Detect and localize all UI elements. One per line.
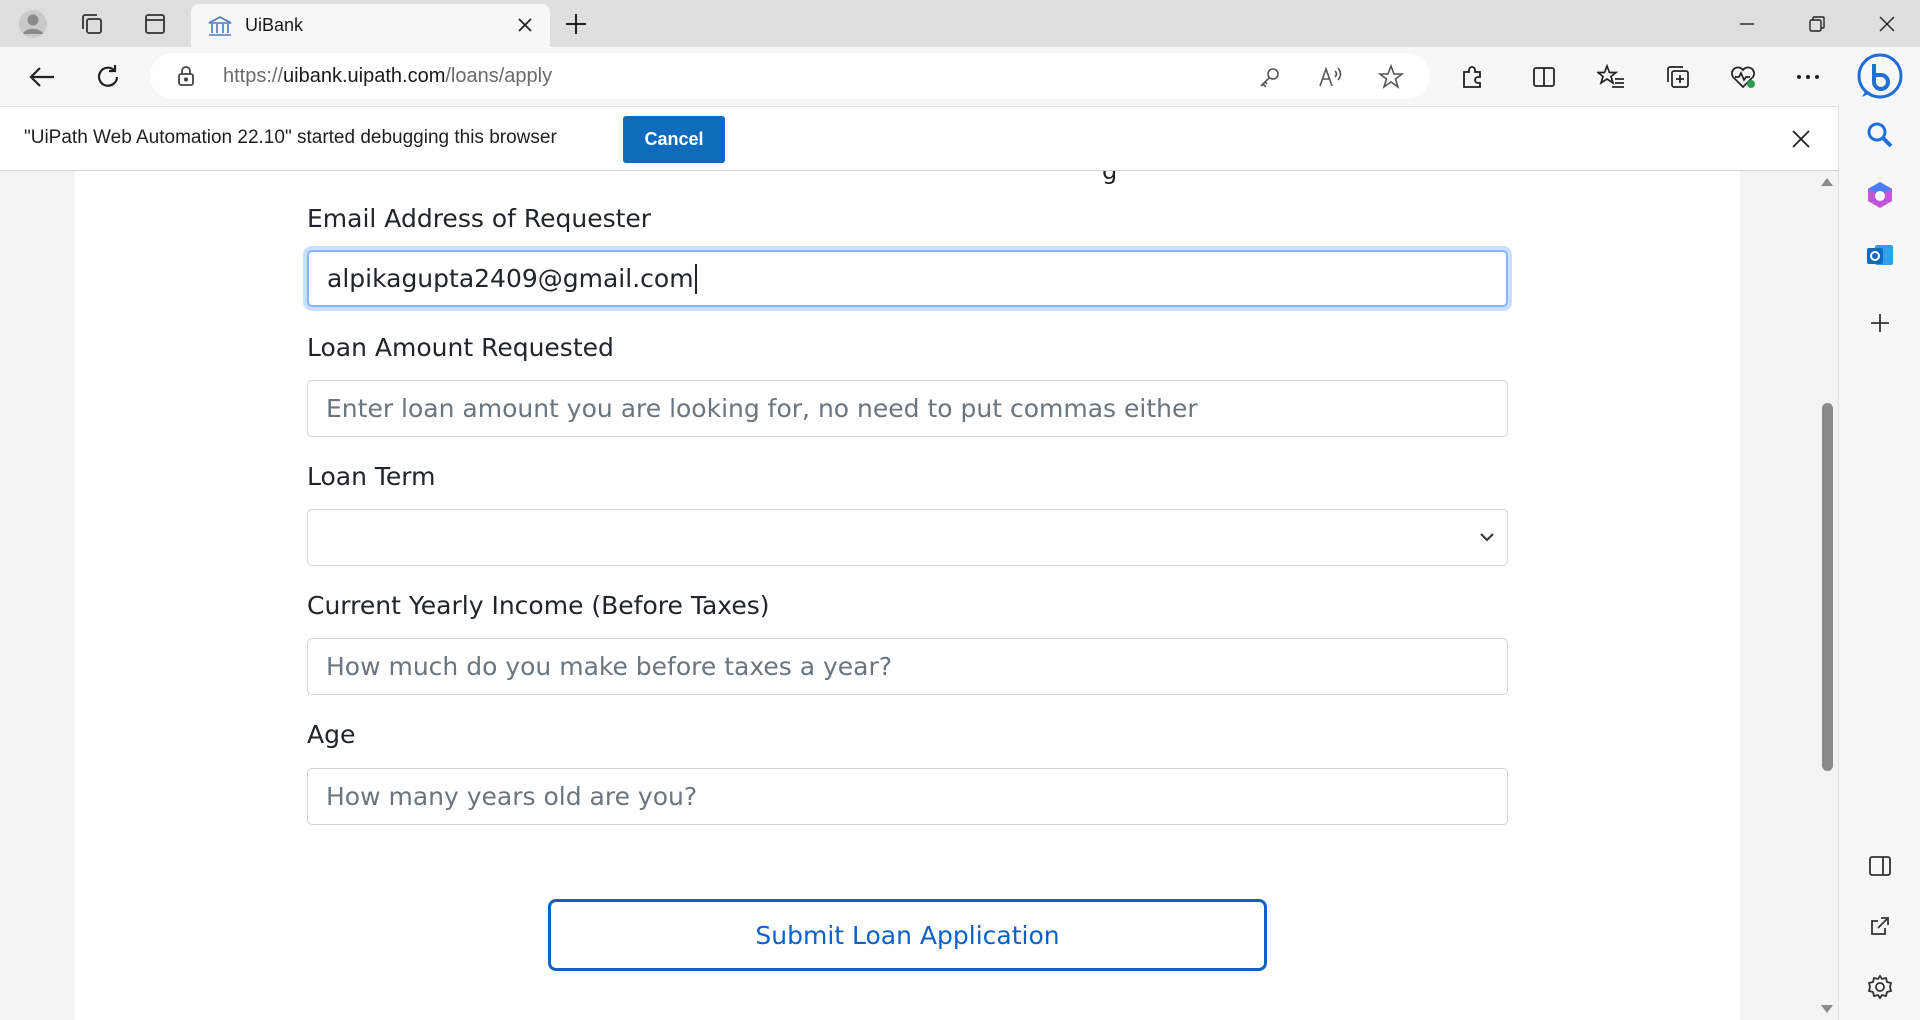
loan-amount-input[interactable]: Enter loan amount you are looking for, n…	[307, 380, 1508, 437]
tab-title: UiBank	[245, 15, 304, 35]
income-label: Current Yearly Income (Before Taxes)	[307, 591, 770, 620]
email-label: Email Address of Requester	[307, 204, 652, 233]
close-icon	[1792, 130, 1810, 148]
amount-label: Loan Amount Requested	[307, 333, 614, 362]
profile-icon	[19, 10, 47, 38]
email-value: alpikagupta2409@gmail.com	[327, 264, 694, 293]
close-icon	[1879, 16, 1895, 31]
back-button[interactable]	[21, 56, 63, 98]
add-icon	[1871, 314, 1889, 332]
chevron-down-icon	[1480, 533, 1494, 542]
sidebar-open-external-button[interactable]	[1861, 907, 1899, 945]
debugging-infobar: "UiPath Web Automation 22.10" started de…	[0, 106, 1838, 171]
extensions-button[interactable]	[1451, 56, 1493, 98]
read-aloud-icon	[1319, 66, 1342, 87]
star-icon	[1378, 64, 1404, 90]
refresh-button[interactable]	[87, 56, 129, 98]
workspaces-button[interactable]	[74, 6, 110, 42]
partial-heading-text: g	[1102, 171, 1118, 185]
more-button[interactable]	[1787, 56, 1829, 98]
yearly-income-input[interactable]: How much do you make before taxes a year…	[307, 638, 1508, 695]
minimize-button[interactable]	[1712, 0, 1782, 47]
text-caret	[694, 263, 697, 294]
vertical-tabs-icon	[145, 14, 165, 34]
age-label: Age	[307, 720, 356, 749]
sidebar-toggle-button[interactable]	[1861, 847, 1899, 885]
split-screen-button[interactable]	[1523, 56, 1565, 98]
loan-term-select[interactable]	[307, 509, 1508, 566]
sidebar-add-button[interactable]	[1861, 304, 1899, 342]
submit-loan-button[interactable]: Submit Loan Application	[548, 899, 1267, 971]
window-close-button[interactable]	[1852, 0, 1920, 47]
url-text: https://uibank.uipath.com/loans/apply	[223, 65, 553, 87]
lock-icon	[178, 66, 194, 86]
copilot-icon	[1857, 53, 1903, 99]
collections-icon	[1667, 66, 1689, 88]
split-screen-icon	[1533, 67, 1555, 87]
collections-button[interactable]	[1657, 56, 1699, 98]
password-button[interactable]	[1254, 61, 1286, 93]
bank-favicon	[208, 16, 232, 36]
outlook-icon	[1867, 245, 1893, 265]
refresh-icon	[97, 65, 119, 87]
workspaces-icon	[82, 14, 102, 34]
age-input[interactable]: How many years old are you?	[307, 768, 1508, 825]
email-field[interactable]: alpikagupta2409@gmail.com	[307, 250, 1508, 307]
tab-close-button[interactable]	[512, 12, 538, 38]
extensions-icon	[1463, 66, 1481, 88]
office-icon	[1868, 182, 1892, 208]
copilot-button[interactable]	[1853, 49, 1907, 103]
sidebar-toggle-icon	[1869, 856, 1891, 876]
loan-amount-placeholder: Enter loan amount you are looking for, n…	[326, 394, 1198, 423]
favorite-button[interactable]	[1375, 61, 1407, 93]
scrollbar-thumb[interactable]	[1822, 403, 1833, 771]
minimize-icon	[1740, 22, 1754, 25]
restore-button[interactable]	[1782, 0, 1852, 47]
yearly-income-placeholder: How much do you make before taxes a year…	[326, 652, 893, 681]
tab-strip: UiBank	[0, 0, 1920, 47]
favorites-icon	[1597, 64, 1624, 88]
infobar-message: "UiPath Web Automation 22.10" started de…	[24, 127, 557, 148]
search-icon	[1867, 122, 1893, 148]
browser-essentials-button[interactable]	[1722, 56, 1764, 98]
vertical-tabs-button[interactable]	[137, 6, 173, 42]
edge-sidebar	[1838, 106, 1920, 1020]
sidebar-search-button[interactable]	[1861, 116, 1899, 154]
navigation-bar: https://uibank.uipath.com/loans/apply	[0, 47, 1920, 106]
page-viewport: g Email Address of Requester alpikagupta…	[0, 171, 1838, 1020]
settings-icon	[1867, 974, 1893, 1000]
tab-uibank[interactable]: UiBank	[191, 4, 550, 47]
infobar-close-button[interactable]	[1783, 121, 1819, 157]
key-icon	[1260, 68, 1279, 88]
term-label: Loan Term	[307, 462, 436, 491]
sidebar-office-button[interactable]	[1861, 176, 1899, 214]
address-bar[interactable]: https://uibank.uipath.com/loans/apply	[150, 53, 1430, 99]
read-aloud-button[interactable]	[1315, 61, 1347, 93]
plus-icon	[566, 14, 586, 34]
scroll-up-icon[interactable]	[1820, 177, 1834, 187]
more-icon	[1797, 75, 1819, 79]
scroll-down-icon[interactable]	[1820, 1004, 1834, 1014]
new-tab-button[interactable]	[558, 6, 594, 42]
profile-button[interactable]	[15, 6, 51, 42]
browser-essentials-icon	[1731, 66, 1755, 89]
back-icon	[29, 67, 54, 87]
sidebar-outlook-button[interactable]	[1861, 236, 1899, 274]
close-icon	[518, 18, 532, 32]
favorites-button[interactable]	[1590, 56, 1632, 98]
sidebar-settings-button[interactable]	[1861, 968, 1899, 1006]
restore-icon	[1809, 15, 1825, 32]
age-placeholder: How many years old are you?	[326, 782, 698, 811]
external-link-icon	[1871, 917, 1889, 935]
infobar-cancel-button[interactable]: Cancel	[623, 116, 725, 163]
